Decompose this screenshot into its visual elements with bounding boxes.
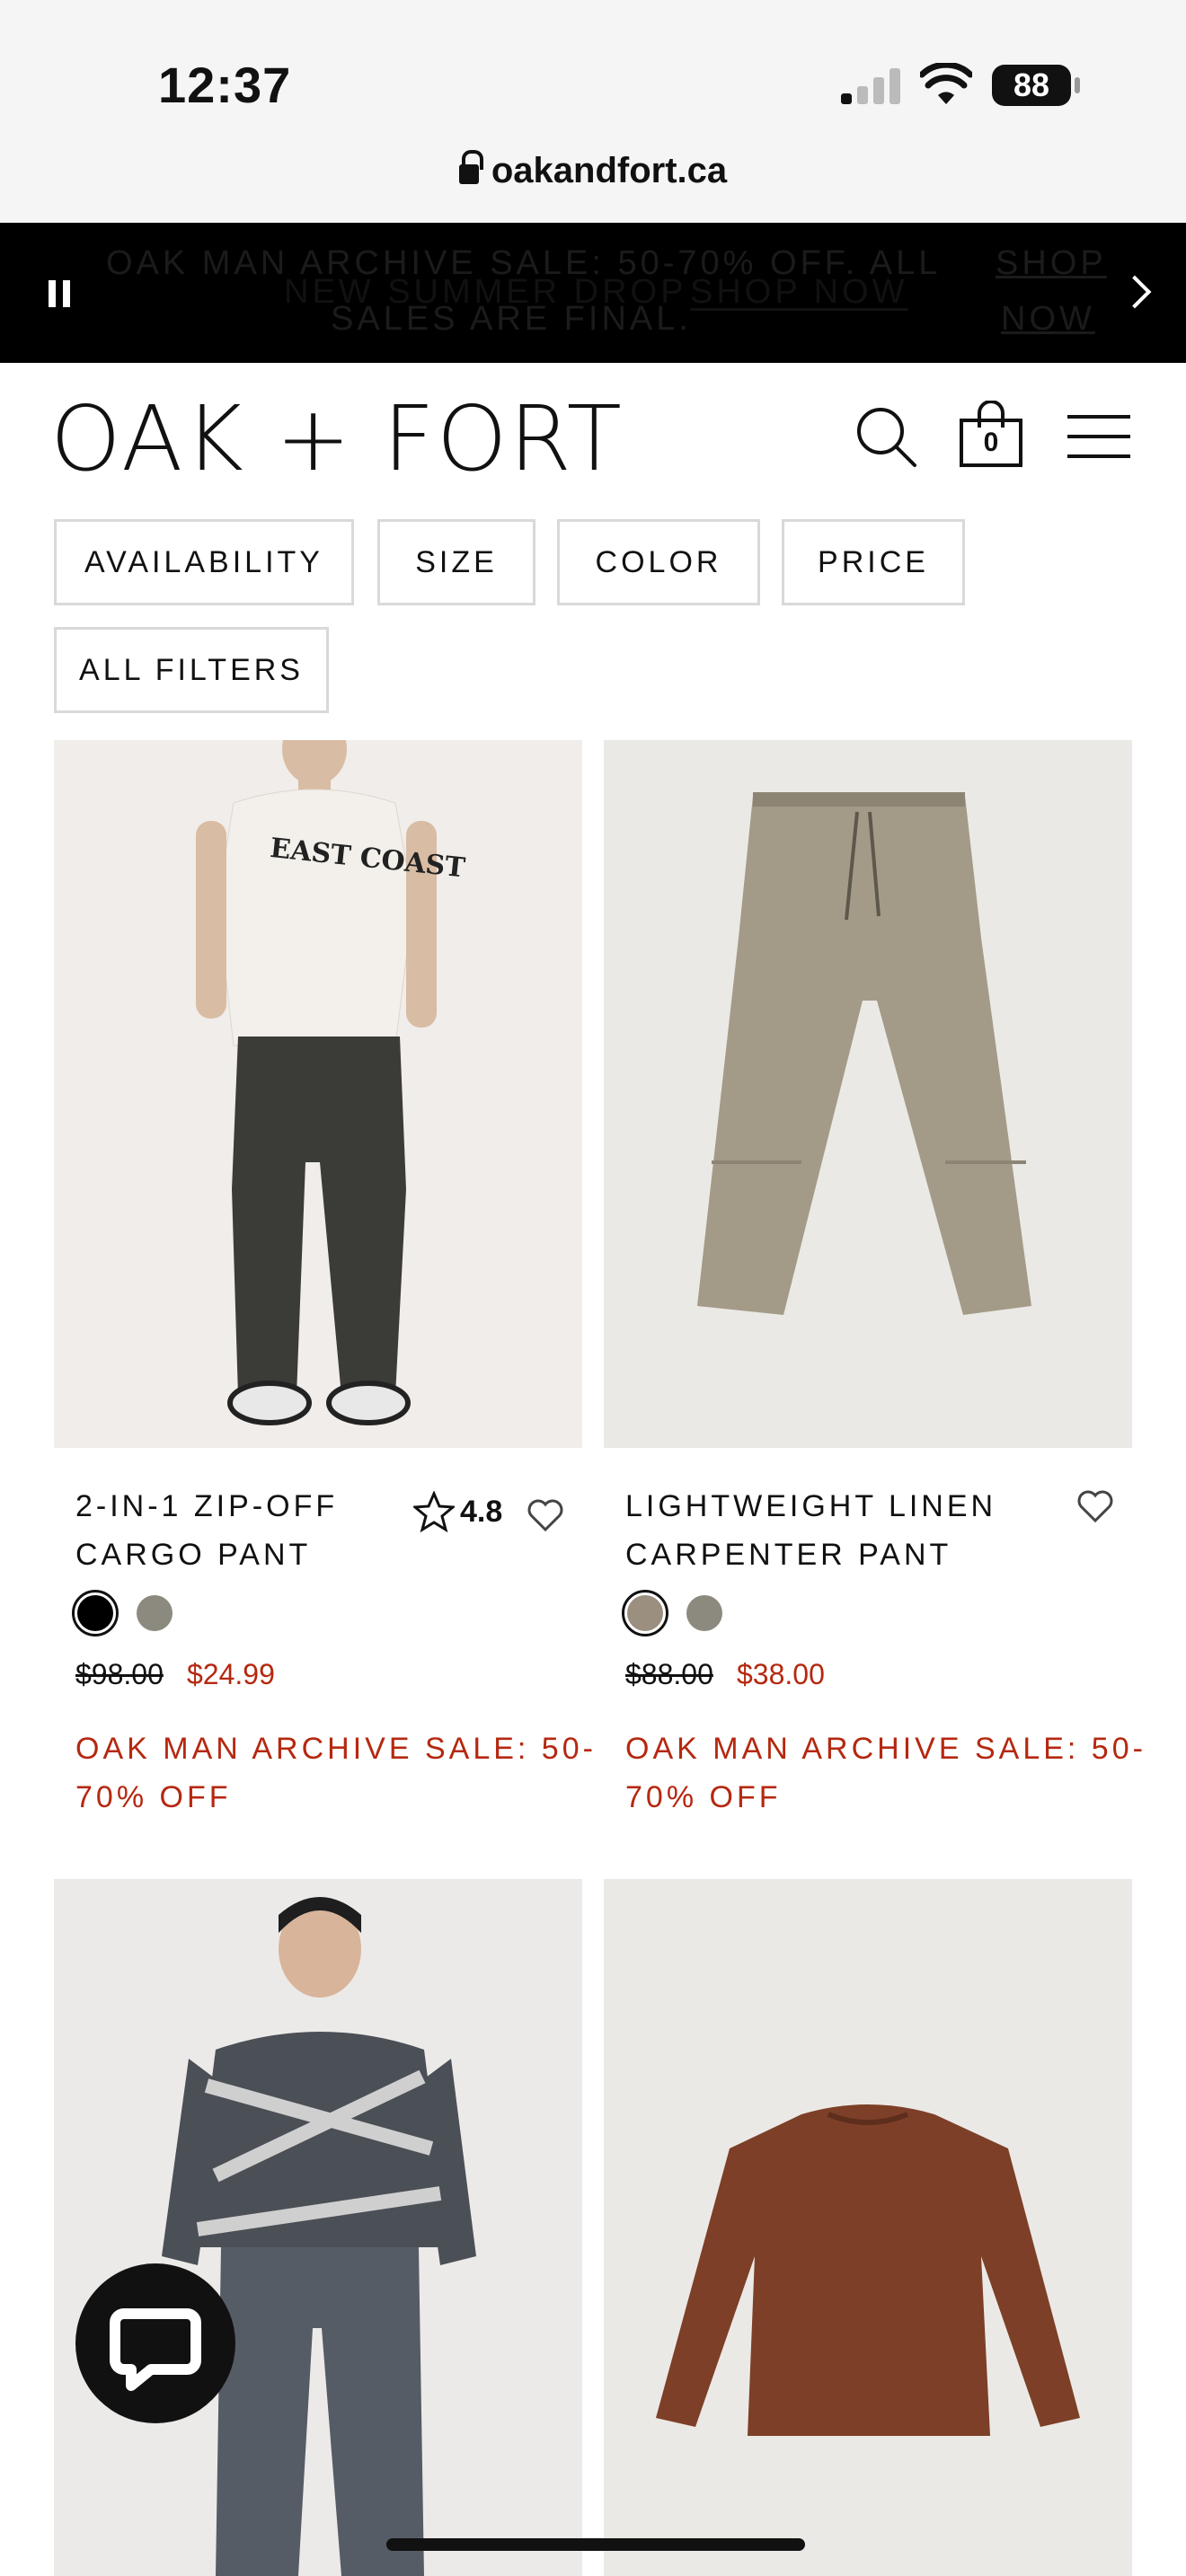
product-image[interactable] <box>604 740 1132 1448</box>
announcement-ghost-link: SHOP <box>996 244 1107 282</box>
model-cargo-pant-image: EAST COAST <box>54 740 582 1448</box>
pause-icon[interactable] <box>49 280 70 307</box>
sale-price: $24.99 <box>187 1658 275 1690</box>
announcement-ghost-link: NOW <box>1001 300 1095 338</box>
filter-color[interactable]: COLOR <box>557 519 760 605</box>
color-swatch-olive[interactable] <box>137 1595 173 1631</box>
site-logo[interactable]: OAK + FORT <box>50 386 624 491</box>
brown-sweatshirt-image <box>604 1879 1132 2576</box>
sale-price: $38.00 <box>737 1658 825 1690</box>
product-image[interactable] <box>604 1879 1132 2576</box>
filter-availability[interactable]: AVAILABILITY <box>54 519 354 605</box>
product-name-line[interactable]: 2-IN-1 ZIP-OFF <box>75 1482 338 1531</box>
shop-now-link[interactable]: SHOP NOW <box>690 273 907 312</box>
search-icon[interactable] <box>855 406 918 469</box>
cart-button[interactable]: 0 <box>960 400 1022 467</box>
announcement-text: NEW SUMMER DROP <box>284 273 687 311</box>
original-price: $88.00 <box>625 1658 713 1690</box>
model-knit-sweater-image <box>54 1879 582 2576</box>
star-icon <box>413 1491 455 1532</box>
cellular-signal-icon <box>841 68 900 104</box>
url-text: oakandfort.ca <box>491 151 728 190</box>
promo-text: OAK MAN ARCHIVE SALE: 50- <box>625 1732 1146 1766</box>
lock-icon <box>458 150 483 184</box>
promo-text: 70% OFF <box>75 1780 232 1814</box>
filter-size[interactable]: SIZE <box>377 519 535 605</box>
product-name-line[interactable]: CARPENTER PANT <box>625 1531 951 1579</box>
color-swatch-black[interactable] <box>72 1590 119 1636</box>
product-image[interactable]: EAST COAST <box>54 740 582 1448</box>
product-name-line[interactable]: LIGHTWEIGHT LINEN <box>625 1482 996 1531</box>
promo-text: 70% OFF <box>625 1780 782 1814</box>
filter-all[interactable]: ALL FILTERS <box>54 627 329 713</box>
promo-text: OAK MAN ARCHIVE SALE: 50- <box>75 1732 597 1766</box>
color-swatch-olive[interactable] <box>686 1595 722 1631</box>
browser-chrome: 12:37 88 oakandfort.ca <box>0 0 1186 223</box>
original-price: $98.00 <box>75 1658 164 1690</box>
status-time: 12:37 <box>158 57 292 113</box>
product-name-line[interactable]: CARGO PANT <box>75 1531 311 1579</box>
filter-price[interactable]: PRICE <box>782 519 965 605</box>
menu-icon[interactable] <box>1067 415 1130 458</box>
chat-bubble-icon <box>110 2308 201 2391</box>
product-image[interactable] <box>54 1879 582 2576</box>
product-rating: 4.8 <box>460 1495 503 1529</box>
address-bar[interactable]: oakandfort.ca <box>0 150 1186 191</box>
chat-button[interactable] <box>75 2263 235 2423</box>
color-swatch-taupe[interactable] <box>622 1590 668 1636</box>
home-indicator <box>386 2538 805 2551</box>
heart-icon[interactable] <box>1076 1489 1114 1523</box>
battery-icon: 88 <box>992 65 1080 106</box>
cart-count: 0 <box>983 428 999 457</box>
linen-carpenter-pant-image <box>604 740 1132 1448</box>
wifi-icon <box>920 63 972 104</box>
heart-icon[interactable] <box>527 1498 564 1532</box>
